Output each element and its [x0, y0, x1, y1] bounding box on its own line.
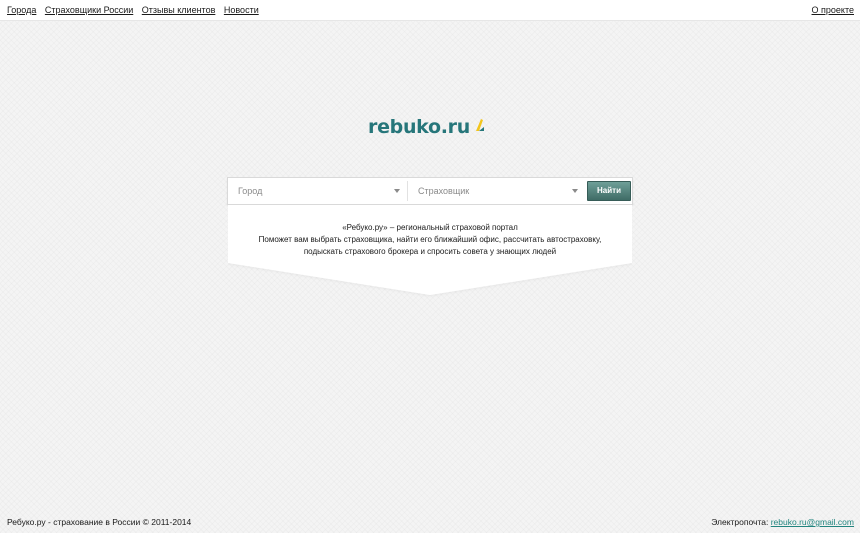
intro-line-2: Поможет вам выбрать страховщика, найти е…: [258, 235, 602, 244]
intro-line-1: «Ребуко.ру» – региональный страховой пор…: [342, 223, 518, 232]
site-logo[interactable]: rebuko.ru: [368, 115, 485, 139]
nav-link-news[interactable]: Новости: [224, 5, 259, 15]
chevron-down-icon: [394, 189, 400, 193]
search-button[interactable]: Найти: [587, 181, 631, 201]
nav-link-insurers[interactable]: Страховщики России: [45, 5, 133, 15]
top-bar: Города Страховщики России Отзывы клиенто…: [0, 0, 860, 21]
nav-link-reviews[interactable]: Отзывы клиентов: [142, 5, 216, 15]
footer-contact: Электропочта: rebuko.ru@gmail.com: [711, 517, 854, 527]
search-bar: Город Страховщик Найти: [227, 177, 633, 205]
nav-link-cities[interactable]: Города: [7, 5, 36, 15]
footer-copyright: Ребуко.ру - страхование в России © 2011-…: [7, 517, 192, 527]
email-label: Электропочта:: [711, 517, 769, 527]
logo-mark-icon: [475, 119, 484, 131]
intro-line-3: подыскать страхового брокера и спросить …: [303, 247, 557, 256]
email-link[interactable]: rebuko.ru@gmail.com: [771, 517, 854, 527]
about-project-link[interactable]: О проекте: [812, 5, 854, 15]
logo-text: rebuko.ru: [368, 116, 470, 138]
city-select[interactable]: Город: [230, 181, 408, 201]
main-nav: Города Страховщики России Отзывы клиенто…: [7, 5, 265, 15]
insurer-select[interactable]: Страховщик: [410, 181, 584, 201]
about-link-container: О проекте: [812, 5, 854, 15]
insurer-select-value: Страховщик: [418, 186, 470, 196]
city-select-value: Город: [238, 186, 263, 196]
chevron-down-icon: [572, 189, 578, 193]
intro-text: «Ребуко.ру» – региональный страховой пор…: [228, 222, 632, 258]
